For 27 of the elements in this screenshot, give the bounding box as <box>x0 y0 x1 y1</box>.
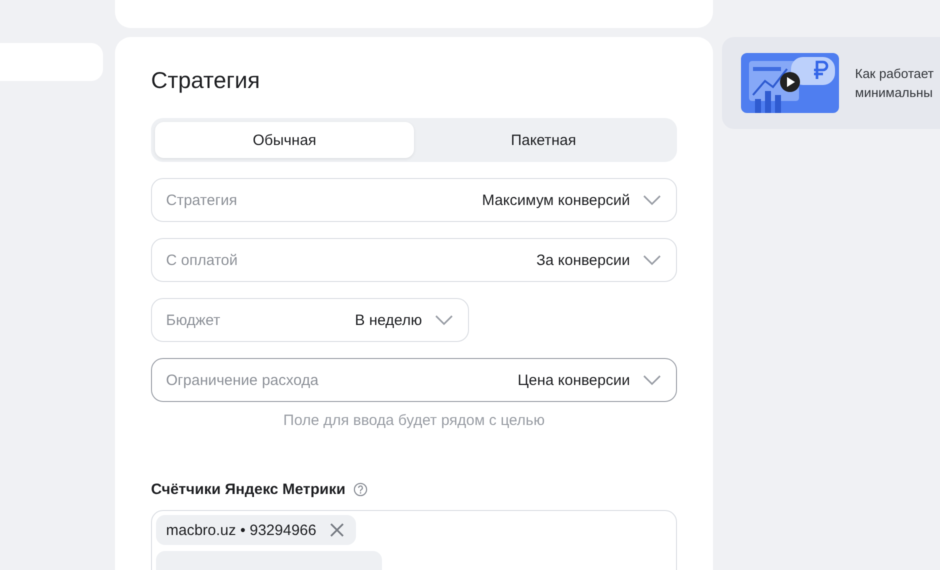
select-field[interactable]: С оплатой За конверсии <box>151 238 677 282</box>
field-value: Цена конверсии <box>518 372 630 388</box>
hint-text: Поле для ввода будет рядом с целью <box>282 412 546 429</box>
field-value: За конверсии <box>536 252 630 268</box>
tab[interactable]: Пакетная <box>414 122 673 158</box>
select-field[interactable]: Ограничение расхода Цена конверсии <box>151 358 677 402</box>
promo-card[interactable]: Как работает минимальны <box>722 37 940 129</box>
select-field[interactable]: Стратегия Максимум конверсий <box>151 178 677 222</box>
section-title: Счётчики Яндекс Метрики <box>151 481 346 498</box>
field-label: С оплатой <box>166 252 239 268</box>
help-icon[interactable] <box>353 482 368 497</box>
chevron-down-icon <box>434 314 454 326</box>
field-value: Максимум конверсий <box>482 192 630 208</box>
chevron-down-icon <box>642 194 662 206</box>
select-field[interactable]: Бюджет В неделю <box>151 298 469 342</box>
field-label: Стратегия <box>166 192 238 208</box>
field-label: Ограничение расхода <box>166 372 320 388</box>
chevron-down-icon <box>642 254 662 266</box>
field-label: Бюджет <box>166 312 222 328</box>
promo-text: Как работает минимальны <box>855 65 934 102</box>
field-value: В неделю <box>354 312 422 328</box>
tag-input-field[interactable]: macbro.uz • 93294966 <box>151 510 677 570</box>
tab[interactable]: Обычная <box>155 122 414 158</box>
close-icon[interactable] <box>328 521 346 539</box>
tag-label: macbro.uz • 93294966 <box>166 522 316 538</box>
chevron-down-icon <box>642 374 662 386</box>
section-title: Стратегия <box>151 67 260 94</box>
